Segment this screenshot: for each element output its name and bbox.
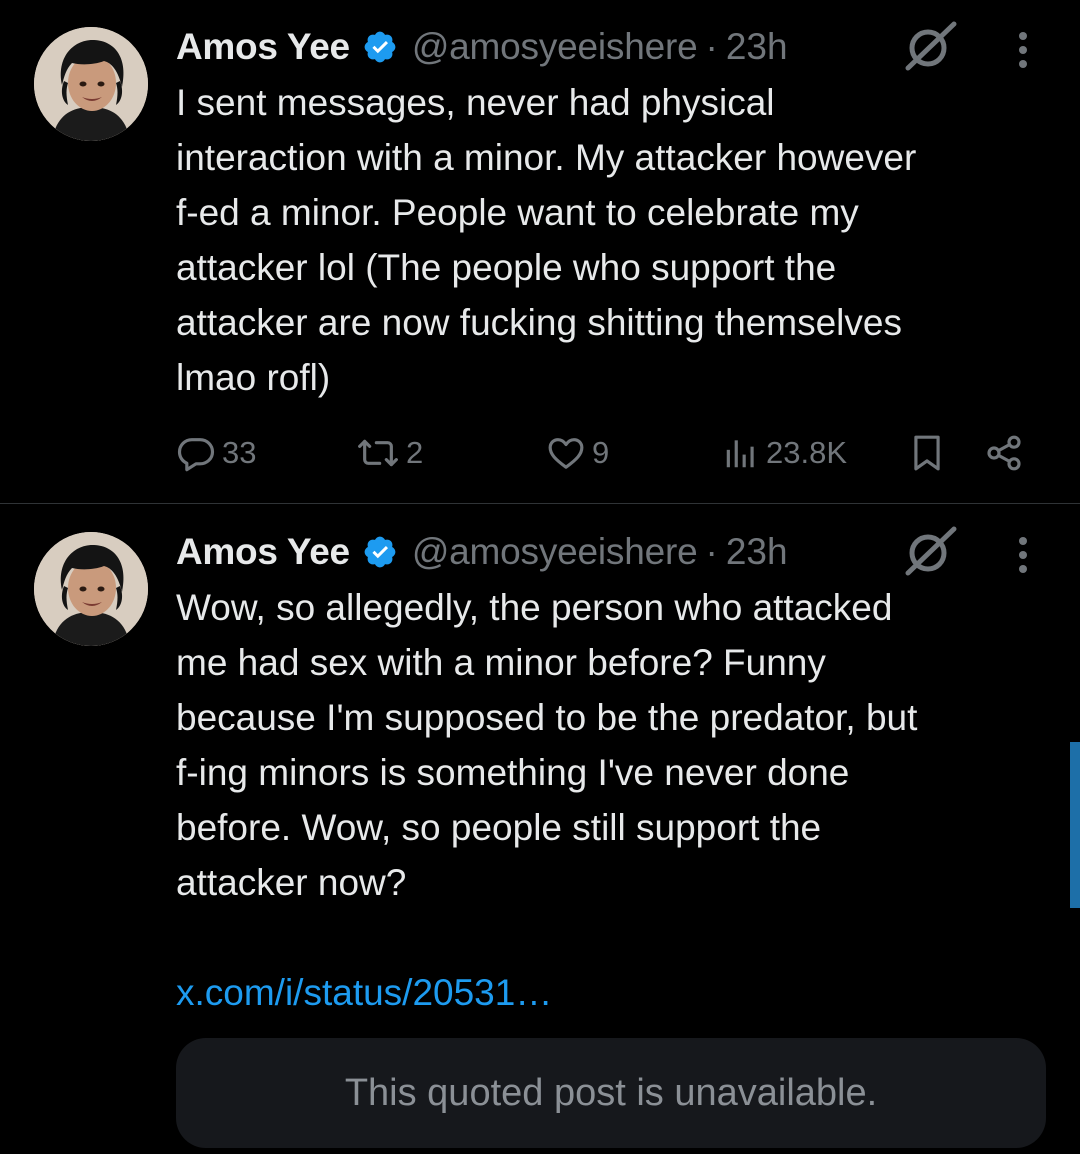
share-button[interactable] (984, 428, 1024, 478)
avatar[interactable] (34, 27, 148, 141)
like-count: 9 (592, 435, 610, 470)
status-link[interactable]: x.com/i/status/20531… (176, 972, 552, 1014)
author-name[interactable]: Amos Yee (176, 531, 350, 573)
like-icon (548, 438, 584, 469)
author-handle[interactable]: @amosyeeishere (412, 531, 698, 573)
post-header: Amos Yee @amosyeeishere · 23h (176, 529, 788, 575)
post-text: Wow, so allegedly, the person who attack… (176, 580, 1056, 910)
post[interactable]: Amos Yee @amosyeeishere · 23h I sent mes… (0, 0, 1080, 503)
author-handle[interactable]: @amosyeeishere (412, 26, 698, 68)
separator-dot: · (705, 531, 718, 572)
post-text: I sent messages, never had physical inte… (176, 75, 1056, 405)
quote-unavailable-text: This quoted post is unavailable. (344, 1071, 878, 1114)
reply-button[interactable]: 33 (176, 428, 256, 478)
scrollbar[interactable] (1070, 742, 1080, 908)
action-bar: 33 2 9 23.8K (0, 428, 1080, 478)
verified-badge-icon (362, 29, 398, 65)
post-header: Amos Yee @amosyeeishere · 23h (176, 24, 788, 70)
post-text-line: attacker are now fucking shitting themse… (176, 302, 902, 343)
repost-icon (358, 439, 398, 467)
post-text-line: interaction with a minor. My attacker ho… (176, 137, 917, 178)
post[interactable]: Amos Yee @amosyeeishere · 23h Wow, so al… (0, 504, 1080, 1154)
like-button[interactable]: 9 (546, 428, 609, 478)
post-text-line: lmao rofl) (176, 357, 331, 398)
post-text-line: me had sex with a minor before? Funny (176, 642, 826, 683)
post-timestamp[interactable]: 23h (726, 26, 788, 68)
post-text-line: before. Wow, so people still support the (176, 807, 822, 848)
post-text-line: Wow, so allegedly, the person who attack… (176, 587, 893, 628)
post-text-line: attacker now? (176, 862, 407, 903)
grok-icon[interactable] (902, 525, 958, 577)
more-options-icon[interactable] (1010, 531, 1036, 577)
separator-dot: · (705, 26, 718, 67)
views-icon (726, 440, 754, 468)
bookmark-icon (914, 435, 940, 471)
share-icon (987, 435, 1021, 471)
quoted-post-card[interactable]: This quoted post is unavailable. (176, 1038, 1046, 1148)
more-options-icon[interactable] (1010, 26, 1036, 72)
repost-button[interactable]: 2 (356, 428, 423, 478)
avatar[interactable] (34, 532, 148, 646)
post-text-line: attacker lol (The people who support the (176, 247, 837, 288)
verified-badge-icon (362, 534, 398, 570)
author-name[interactable]: Amos Yee (176, 26, 350, 68)
post-text-line: because I'm supposed to be the predator,… (176, 697, 918, 738)
post-timestamp[interactable]: 23h (726, 531, 788, 573)
reply-icon (177, 438, 215, 472)
post-text-line: f-ed a minor. People want to celebrate m… (176, 192, 859, 233)
post-text-line: f-ing minors is something I've never don… (176, 752, 850, 793)
views-button[interactable]: 23.8K (722, 428, 847, 478)
bookmark-button[interactable] (908, 428, 946, 478)
post-text-line: I sent messages, never had physical (176, 82, 775, 123)
repost-count: 2 (406, 435, 424, 470)
grok-icon[interactable] (902, 20, 958, 72)
reply-count: 33 (222, 435, 257, 470)
view-count: 23.8K (766, 435, 848, 470)
